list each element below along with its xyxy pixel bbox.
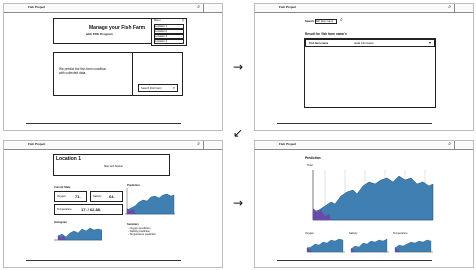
arrow-right-icon: → [233, 60, 244, 74]
footer-line [277, 260, 432, 261]
top-bar: Fish Project ⌕ [4, 141, 222, 150]
footer-line [26, 260, 181, 261]
search-icon[interactable]: ⌕ [197, 141, 200, 147]
summary-title: Summary [127, 223, 139, 226]
landing-screen: Fish Project ⌕ Manage your Fish Farm wit… [3, 3, 223, 131]
results-title: Result for 'fish farm name's [305, 32, 347, 36]
metric-temperature: Temperature 17. / 62.88. [54, 204, 123, 215]
metric-salinity-value: 64. [109, 194, 115, 199]
top-bar: Fish Project ⌕ [4, 4, 222, 13]
search-results-screen: Fish Project ⌕ Search: fish farm name ⌕ … [254, 3, 474, 131]
menu-button[interactable] [203, 4, 222, 12]
location-header: Location 1 Map with Marker [53, 154, 170, 176]
app-title: Fish Project [28, 5, 46, 9]
prediction-chart [125, 188, 175, 216]
divider [132, 53, 133, 95]
menu-dropdown: Menu [ ] Location 1 Location 2 Location … [151, 18, 187, 46]
app-title: Fish Project [28, 142, 46, 146]
arrow-down-left-icon: ↙ [233, 126, 244, 140]
search-label: Search: [305, 20, 315, 23]
search-icon[interactable]: ⌕ [197, 4, 200, 10]
metric-oxygen-value: 71. [75, 194, 81, 199]
app-title: Fish Project [279, 142, 297, 146]
footer-line [26, 123, 181, 124]
search-input[interactable]: fish farm name [315, 19, 337, 24]
menu-button[interactable] [454, 141, 473, 149]
metric-oxygen: Oxygen 71. [54, 191, 87, 202]
small-chart-title-salinity: Salinity [349, 232, 358, 235]
results-list: Fish farm name detail information ▾ [304, 38, 436, 108]
menu-close-button[interactable]: [ ] [182, 19, 184, 22]
histogram-chart [54, 225, 102, 241]
search-submit-icon[interactable]: ⌕ [340, 17, 343, 23]
top-bar: Fish Project ⌕ [255, 141, 473, 150]
menu-button[interactable] [203, 141, 222, 149]
prediction-svg [125, 188, 175, 215]
main-prediction-chart [305, 168, 435, 226]
arrow-right-icon: → [233, 196, 244, 210]
location-dashboard-screen: Fish Project ⌕ Location 1 Map with Marke… [3, 140, 223, 268]
temperature-chart [393, 236, 433, 254]
current-state-title: Current State [54, 186, 71, 189]
expand-icon[interactable]: ▾ [429, 41, 431, 45]
small-chart-title-temperature: Temperature [393, 232, 408, 235]
prediction-title: Prediction [127, 184, 140, 187]
location-title: Location 1 [56, 156, 82, 162]
page-title: Prediction [305, 156, 321, 160]
footer-line [277, 123, 432, 124]
search-fish-farm-label: Search Fish Farm [141, 87, 162, 90]
hero-subtitle: with FRIL Program [86, 32, 113, 36]
main-prediction-svg [312, 170, 434, 221]
small-chart-title-oxygen: Oxygen [305, 232, 314, 235]
summary-line-3: - Temperature prediction [128, 233, 157, 236]
salinity-chart [349, 236, 389, 254]
metric-temperature-value: 17. / 62.88. [81, 207, 102, 212]
menu-item-location-4[interactable]: Location 4 [154, 39, 184, 44]
search-icon[interactable]: ⌕ [448, 141, 451, 147]
search-icon: ⌕ [172, 85, 175, 90]
oxygen-chart [305, 236, 345, 254]
result-name: Fish farm name [309, 42, 329, 45]
search-fish-farm-button[interactable]: Search Fish Farm ⌕ [138, 84, 178, 92]
predict-section: We predict the fish farm condition with … [53, 52, 183, 96]
map-placeholder: Map with Marker [104, 165, 124, 168]
metric-salinity: Salinity 64. [90, 191, 123, 202]
predict-text-line-2: with collected data. [59, 71, 87, 75]
search-icon[interactable]: ⌕ [448, 4, 451, 10]
app-title: Fish Project [279, 5, 297, 9]
prediction-screen: Fish Project ⌕ Prediction Total Oxygen S… [254, 140, 474, 268]
result-detail: detail information [354, 42, 374, 45]
menu-button[interactable] [454, 4, 473, 12]
hero-title: Manage your Fish Farm [89, 25, 146, 31]
menu-header: Menu [154, 19, 161, 22]
histogram-title: Histogram [54, 221, 67, 224]
histogram-svg [54, 227, 102, 241]
main-chart-label: Total [307, 164, 313, 167]
result-row[interactable]: Fish farm name detail information ▾ [305, 39, 435, 47]
top-bar: Fish Project ⌕ [255, 4, 473, 13]
